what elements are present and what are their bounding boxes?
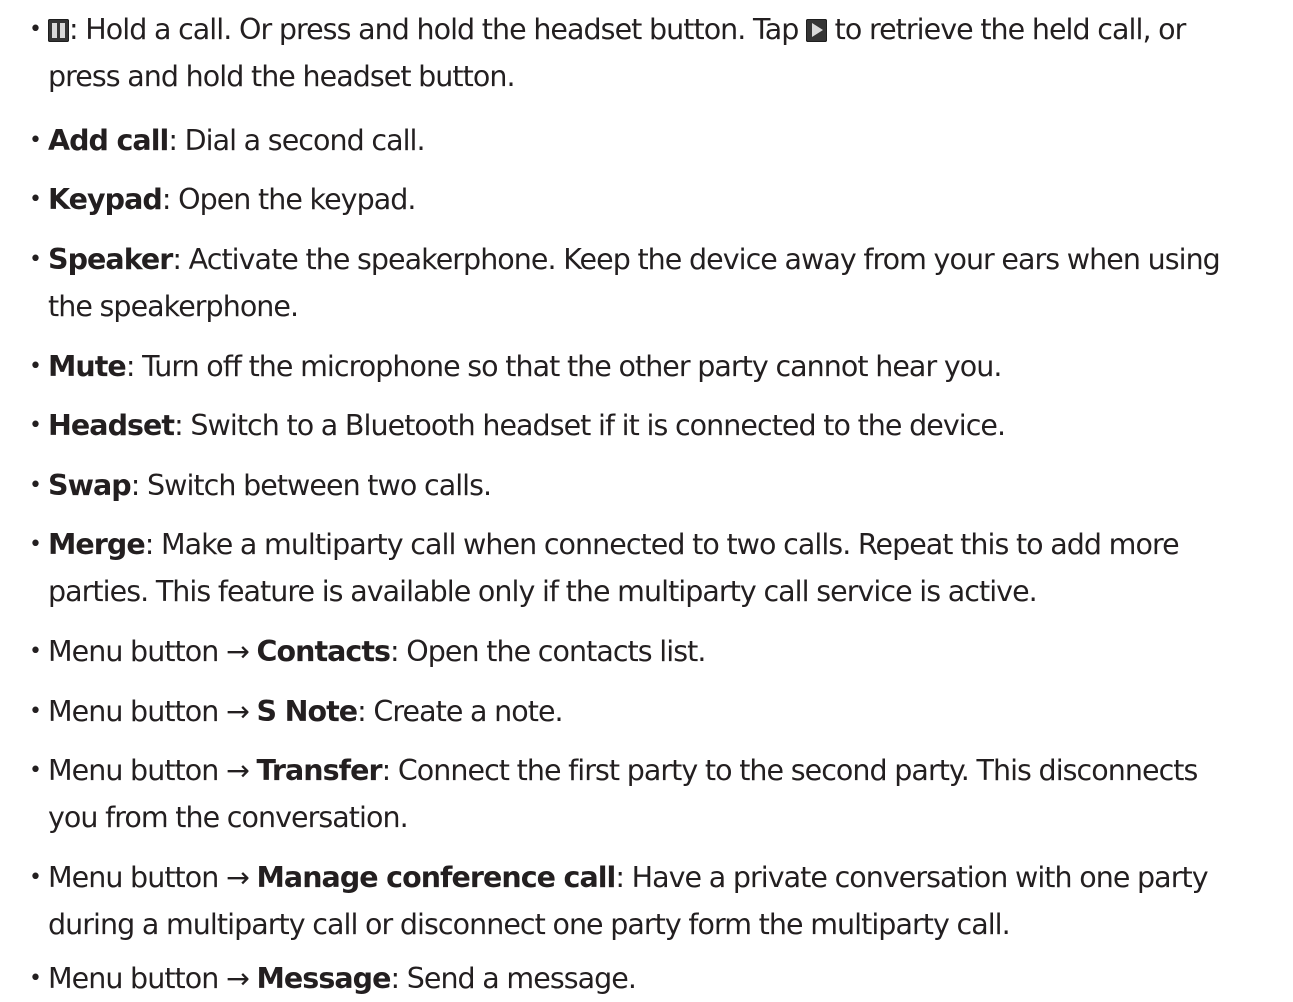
term-contacts: Contacts: [256, 635, 391, 668]
item-text: Menu button → Manage conference call: Ha…: [48, 861, 1209, 941]
document-page: • : Hold a call. Or press and hold the h…: [0, 0, 1293, 1001]
item-text: Menu button → Contacts: Open the contact…: [48, 635, 706, 668]
bullet: •: [29, 473, 42, 498]
pause-icon: [48, 19, 69, 42]
item-text: Speaker: Activate the speakerphone. Keep…: [48, 243, 1221, 323]
term-keypad: Keypad: [48, 183, 163, 216]
term-add-call: Add call: [48, 124, 169, 157]
item-text: Swap: Switch between two calls.: [48, 469, 492, 502]
term-transfer: Transfer: [256, 754, 383, 787]
bullet: •: [29, 532, 42, 557]
term-headset: Headset: [48, 409, 175, 442]
term-manage-conference-call: Manage conference call: [256, 861, 617, 894]
term-merge: Merge: [48, 528, 146, 561]
term-mute: Mute: [48, 350, 127, 383]
bullet: •: [29, 413, 42, 438]
bullet: •: [29, 187, 42, 212]
bullet: •: [29, 17, 42, 42]
bullet: •: [29, 354, 42, 379]
item-text: Menu button → Transfer: Connect the firs…: [48, 754, 1198, 834]
item-text: Menu button → Message: Send a message.: [48, 962, 637, 995]
bullet: •: [29, 966, 42, 991]
item-text: : Hold a call. Or press and hold the hea…: [48, 13, 1186, 93]
item-text: Menu button → S Note: Create a note.: [48, 695, 564, 728]
play-icon: [806, 19, 828, 42]
bullet: •: [29, 247, 42, 272]
term-message: Message: [256, 962, 392, 995]
item-text: Mute: Turn off the microphone so that th…: [48, 350, 1002, 383]
bullet: •: [29, 639, 42, 664]
bullet: •: [29, 865, 42, 890]
term-speaker: Speaker: [48, 243, 173, 276]
item-text: Headset: Switch to a Bluetooth headset i…: [48, 409, 1006, 442]
bullet: •: [29, 758, 42, 783]
bullet: •: [29, 699, 42, 724]
item-text: Keypad: Open the keypad.: [48, 183, 416, 216]
term-swap: Swap: [48, 469, 132, 502]
item-text: Merge: Make a multiparty call when conne…: [48, 528, 1180, 608]
term-s-note: S Note: [256, 695, 359, 728]
bullet: •: [29, 128, 42, 153]
item-text: Add call: Dial a second call.: [48, 124, 426, 157]
